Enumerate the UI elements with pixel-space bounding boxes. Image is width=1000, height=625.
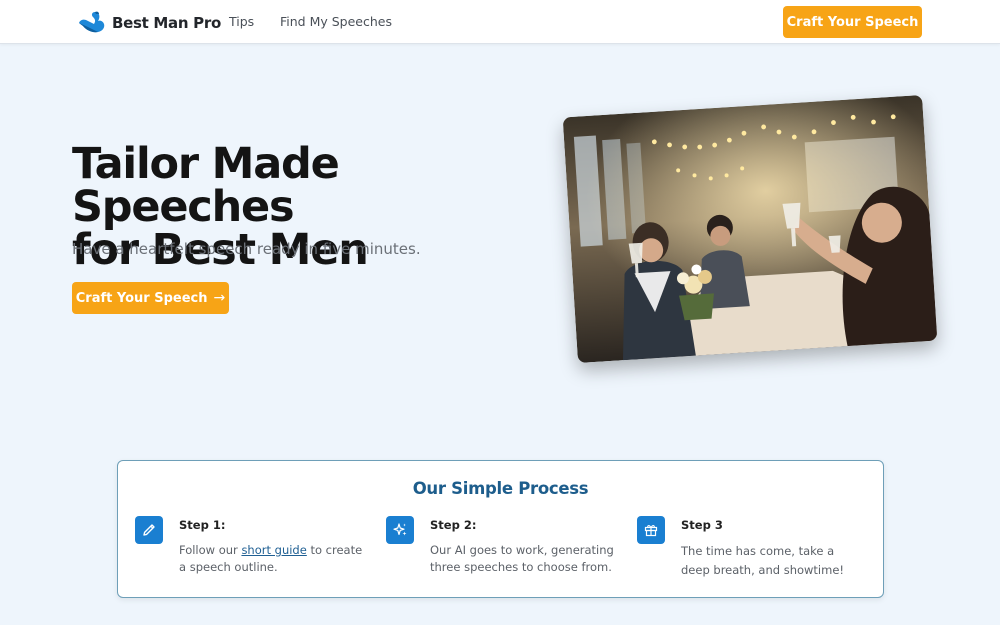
hero-cta-label: Craft Your Speech — [75, 290, 208, 306]
top-navbar: Best Man Pro Tips Find My Speeches Craft… — [0, 0, 1000, 44]
wedding-toast-photo — [562, 94, 938, 364]
nav-link-find-my-speeches[interactable]: Find My Speeches — [280, 14, 392, 29]
step-1-description: Follow our short guide to create a speec… — [179, 542, 364, 576]
arrow-right-icon: → — [213, 290, 226, 306]
brand-logo[interactable]: Best Man Pro — [78, 10, 221, 36]
hero-photo — [562, 94, 938, 364]
step-3-title: Step 3 — [681, 518, 723, 532]
nav-craft-speech-button[interactable]: Craft Your Speech — [783, 6, 922, 38]
sparkles-icon — [386, 516, 414, 544]
nav-link-tips[interactable]: Tips — [229, 14, 254, 29]
pencil-icon — [135, 516, 163, 544]
process-title: Our Simple Process — [412, 479, 589, 498]
gift-icon — [637, 516, 665, 544]
hero-craft-speech-button[interactable]: Craft Your Speech → — [72, 282, 229, 314]
step-2-description: Our AI goes to work, generating three sp… — [430, 543, 614, 574]
short-guide-link[interactable]: short guide — [241, 543, 306, 557]
hero-title-line-1: Tailor Made Speeches — [72, 139, 340, 232]
hero-subtitle: Have a heartfelt speech ready in five mi… — [72, 240, 421, 258]
brand-name: Best Man Pro — [112, 14, 221, 32]
step-1-title: Step 1: — [179, 518, 226, 532]
step-3-description: The time has come, take a deep breath, a… — [681, 544, 845, 577]
process-card: Our Simple Process Step 1: Follow our sh… — [117, 460, 884, 598]
step-2-title: Step 2: — [430, 518, 477, 532]
step-1-desc-before: Follow our — [179, 543, 242, 557]
swan-logo-icon — [78, 10, 106, 36]
